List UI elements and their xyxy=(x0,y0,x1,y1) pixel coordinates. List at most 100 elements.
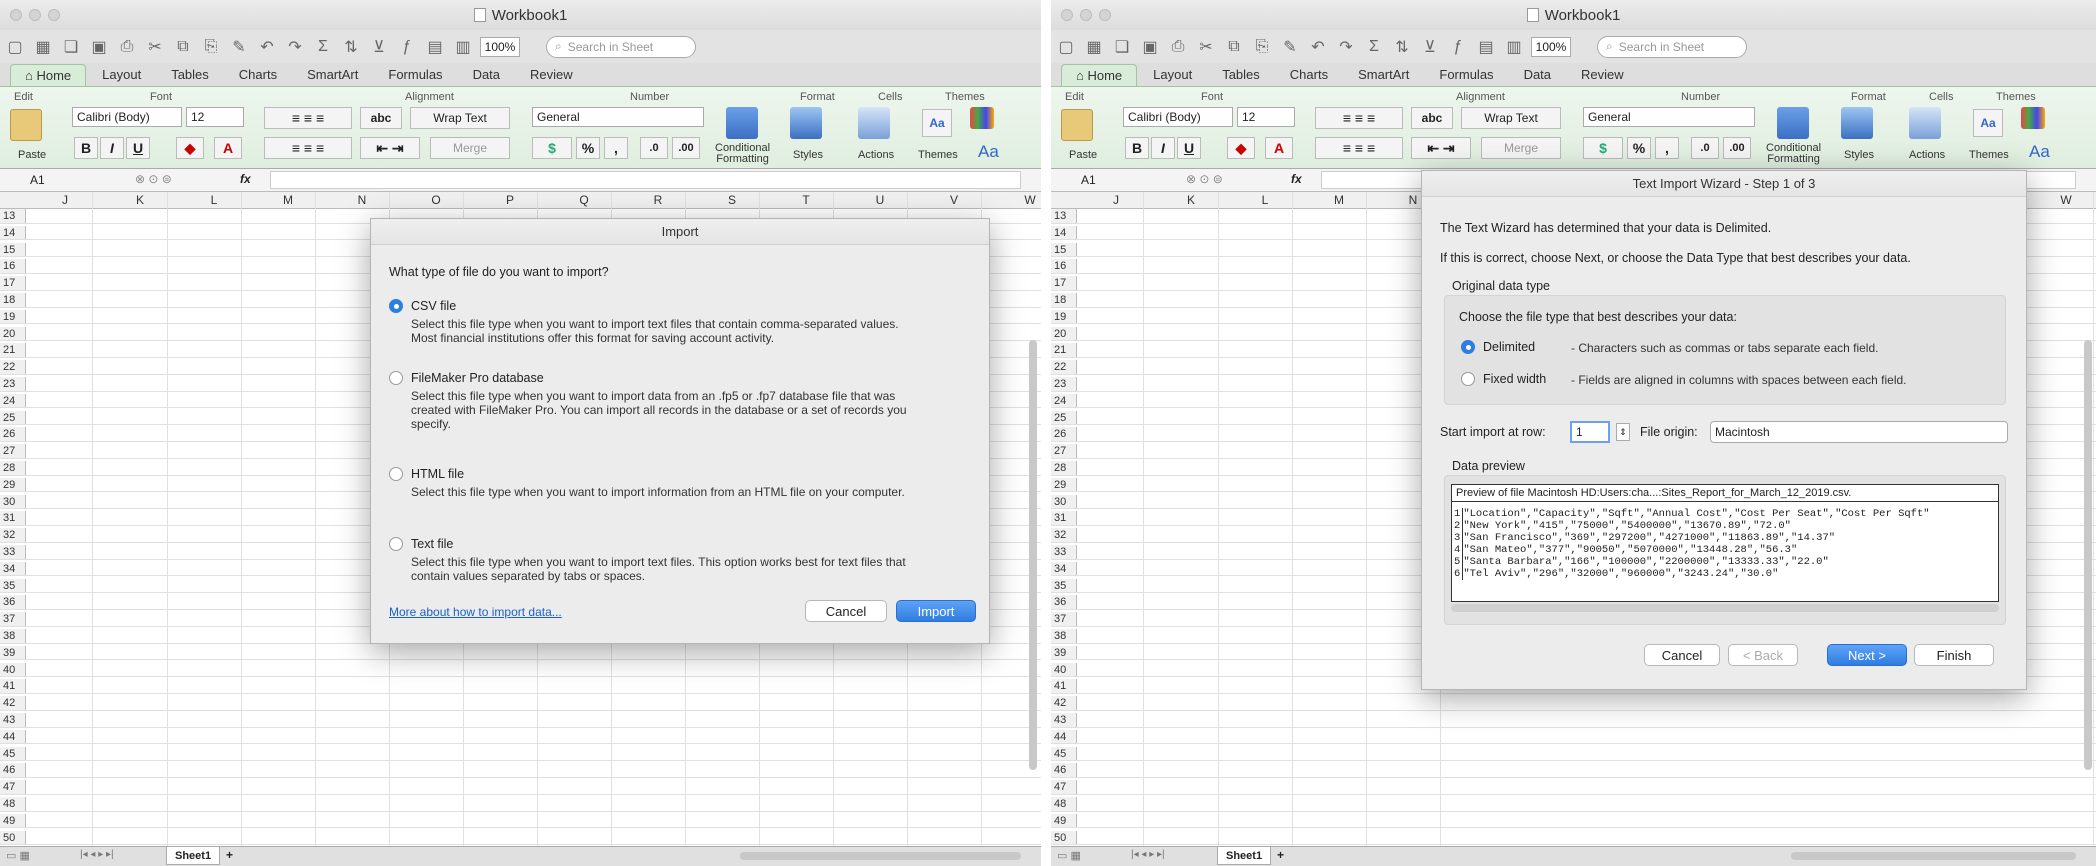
italic-button[interactable]: I xyxy=(100,137,124,159)
row-number[interactable]: 42 xyxy=(1051,696,1077,710)
column-header[interactable]: P xyxy=(500,193,520,207)
row-number[interactable]: 16 xyxy=(1051,259,1077,273)
template-icon[interactable]: ▦ xyxy=(1083,36,1105,58)
row-number[interactable]: 48 xyxy=(1051,797,1077,811)
import-option-radio[interactable] xyxy=(389,467,403,481)
fixed-width-radio[interactable] xyxy=(1461,372,1475,386)
cancel-button[interactable]: Cancel xyxy=(1644,644,1720,666)
row-number[interactable]: 24 xyxy=(1051,393,1077,408)
print-icon[interactable]: ⎙ xyxy=(116,36,138,58)
align-top-buttons[interactable]: ≡ ≡ ≡ xyxy=(264,107,352,129)
toolbox-icon[interactable]: ▥ xyxy=(1503,36,1525,58)
row-number[interactable]: 50 xyxy=(1051,830,1077,845)
tab-tables[interactable]: Tables xyxy=(157,64,223,86)
theme-fonts-button[interactable]: Aa xyxy=(978,142,999,162)
row-number[interactable]: 34 xyxy=(1051,561,1077,576)
autosum-icon[interactable]: Σ xyxy=(1363,36,1385,58)
column-header[interactable]: S xyxy=(722,193,742,207)
tab-layout[interactable]: Layout xyxy=(1139,64,1206,86)
row-number[interactable]: 41 xyxy=(0,679,26,693)
row-number[interactable]: 48 xyxy=(0,797,26,811)
save-icon[interactable]: ▣ xyxy=(1139,36,1161,58)
bold-button[interactable]: B xyxy=(1125,137,1149,159)
fx-icon[interactable]: fx xyxy=(240,172,251,186)
grid-row[interactable]: 49 xyxy=(0,813,1041,829)
import-option-radio[interactable] xyxy=(389,371,403,385)
row-number[interactable]: 44 xyxy=(1051,729,1077,744)
column-header[interactable]: L xyxy=(204,193,224,207)
merge-button[interactable]: Merge xyxy=(430,137,510,159)
row-number[interactable]: 28 xyxy=(0,461,26,475)
row-number[interactable]: 15 xyxy=(0,242,26,257)
row-number[interactable]: 15 xyxy=(1051,242,1077,257)
tab-smartart[interactable]: SmartArt xyxy=(1344,64,1423,86)
minimize-window-button[interactable] xyxy=(29,9,41,21)
row-number[interactable]: 31 xyxy=(0,511,26,525)
back-button[interactable]: < Back xyxy=(1728,644,1798,666)
format-painter-icon[interactable]: ✎ xyxy=(1279,36,1301,58)
row-number[interactable]: 27 xyxy=(0,444,26,458)
row-number[interactable]: 17 xyxy=(1051,276,1077,290)
number-format-select[interactable]: General xyxy=(532,107,704,127)
percent-button[interactable]: % xyxy=(1627,137,1651,159)
row-number[interactable]: 14 xyxy=(0,225,26,240)
vertical-scrollbar[interactable] xyxy=(1029,340,1037,770)
grid-row[interactable]: 48 xyxy=(0,797,1041,812)
cut-icon[interactable]: ✂ xyxy=(144,36,166,58)
row-number[interactable]: 36 xyxy=(1051,595,1077,609)
indent-buttons[interactable]: ⇤ ⇥ xyxy=(1411,137,1471,159)
grid-row[interactable]: 45 xyxy=(0,746,1041,762)
sort-icon[interactable]: ⇅ xyxy=(1391,36,1413,58)
grid-row[interactable]: 43 xyxy=(0,713,1041,728)
cells-actions-icon[interactable] xyxy=(858,107,890,139)
row-number[interactable]: 33 xyxy=(1051,545,1077,559)
row-number[interactable]: 29 xyxy=(0,477,26,492)
grid-row[interactable]: 48 xyxy=(1051,797,2096,812)
font-color-icon[interactable]: A xyxy=(1265,137,1293,159)
row-number[interactable]: 13 xyxy=(0,209,26,223)
font-size-select[interactable]: 12 xyxy=(186,107,244,127)
grid-row[interactable]: 43 xyxy=(1051,713,2096,728)
zoom-field[interactable]: 100% xyxy=(480,36,520,57)
vertical-scrollbar[interactable] xyxy=(2084,340,2092,770)
row-number[interactable]: 26 xyxy=(1051,427,1077,441)
row-number[interactable]: 26 xyxy=(0,427,26,441)
row-number[interactable]: 40 xyxy=(0,662,26,677)
comma-button[interactable]: , xyxy=(1655,137,1679,159)
copy-icon[interactable]: ⧉ xyxy=(1223,36,1245,58)
column-header[interactable]: J xyxy=(1106,193,1126,207)
preview-scrollbar[interactable] xyxy=(1451,604,1999,612)
row-number[interactable]: 22 xyxy=(0,360,26,374)
delimited-radio[interactable] xyxy=(1461,340,1475,354)
align-text-buttons[interactable]: ≡ ≡ ≡ xyxy=(264,137,352,159)
row-number[interactable]: 19 xyxy=(0,309,26,324)
zoom-window-button[interactable] xyxy=(1099,9,1111,21)
row-number[interactable]: 28 xyxy=(1051,461,1077,475)
search-input[interactable]: ⌕ Search in Sheet xyxy=(546,35,696,58)
zoom-window-button[interactable] xyxy=(48,9,60,21)
orientation-button[interactable]: abc xyxy=(1411,107,1453,129)
row-number[interactable]: 38 xyxy=(1051,629,1077,643)
format-painter-icon[interactable]: ✎ xyxy=(228,36,250,58)
start-row-input[interactable]: 1 xyxy=(1570,421,1610,443)
merge-button[interactable]: Merge xyxy=(1481,137,1561,159)
italic-button[interactable]: I xyxy=(1151,137,1175,159)
fx-icon[interactable]: fx xyxy=(1291,172,1302,186)
row-number[interactable]: 40 xyxy=(1051,662,1077,677)
print-icon[interactable]: ⎙ xyxy=(1167,36,1189,58)
row-number[interactable]: 50 xyxy=(0,830,26,845)
row-number[interactable]: 23 xyxy=(0,377,26,391)
paste-clipboard-icon[interactable] xyxy=(10,109,42,141)
import-option-label[interactable]: Text file xyxy=(411,537,453,551)
row-number[interactable]: 42 xyxy=(0,696,26,710)
cells-actions-icon[interactable] xyxy=(1909,107,1941,139)
row-number[interactable]: 27 xyxy=(1051,444,1077,458)
row-number[interactable]: 45 xyxy=(1051,746,1077,761)
minimize-window-button[interactable] xyxy=(1080,9,1092,21)
add-sheet-button[interactable]: + xyxy=(1277,848,1284,862)
start-row-stepper[interactable]: ⇕ xyxy=(1616,423,1630,441)
tab-data[interactable]: Data xyxy=(459,64,514,86)
import-option-label[interactable]: HTML file xyxy=(411,467,464,481)
highlight-color-icon[interactable]: ◆ xyxy=(176,137,204,159)
percent-button[interactable]: % xyxy=(576,137,600,159)
